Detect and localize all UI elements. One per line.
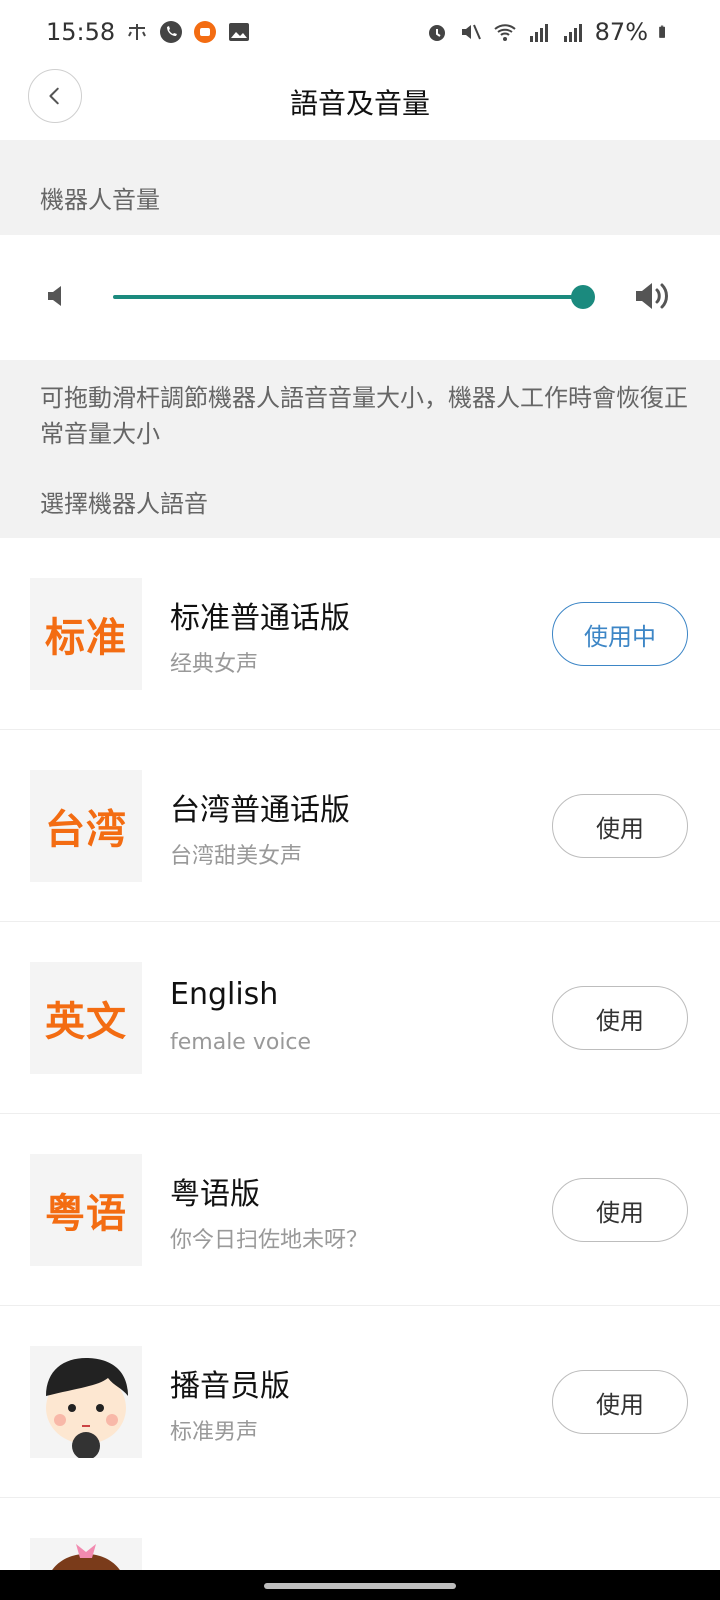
voice-title: 播音员版 — [170, 1369, 290, 1404]
wifi-icon — [494, 24, 516, 41]
list-item[interactable]: 标准 标准普通话版 经典女声 使用中 — [0, 538, 720, 730]
voice-thumbnail: 标准 — [30, 578, 142, 690]
status-time: 15:58 — [46, 18, 116, 46]
volume-slider-row — [0, 235, 720, 360]
volume-low-icon — [48, 286, 61, 306]
back-button[interactable] — [28, 69, 82, 123]
voice-subtitle: 你今日扫佐地未呀？ — [170, 1228, 369, 1253]
status-right: 87% — [425, 18, 672, 46]
battery-percent: 87% — [594, 18, 648, 46]
voice-subtitle: 标准男声 — [170, 1420, 259, 1445]
status-bar: 15:58 87% — [0, 0, 720, 64]
voice-title: 粤语版 — [170, 1177, 260, 1212]
in-use-button[interactable]: 使用中 — [552, 602, 688, 666]
voice-section-title: 選擇機器人語音 — [40, 490, 208, 518]
gallery-icon — [229, 23, 250, 41]
volume-description: 可拖動滑杆調節機器人語音音量大小，機器人工作時會恢復正常音量大小 — [40, 384, 688, 448]
voice-subtitle: 台湾甜美女声 — [170, 844, 303, 869]
thumbnail-label: 英文 — [45, 999, 127, 1045]
voice-thumbnail: 英文 — [30, 962, 142, 1074]
signal-icon — [529, 24, 548, 42]
volume-section-title: 機器人音量 — [40, 186, 160, 214]
volume-slider-track[interactable] — [113, 295, 593, 299]
network-icon — [128, 24, 147, 40]
list-item[interactable]: 播音员版 标准男声 使用 — [0, 1306, 720, 1498]
voice-thumbnail: 粤语 — [30, 1154, 142, 1266]
voice-section-header: 可拖動滑杆調節機器人語音音量大小，機器人工作時會恢復正常音量大小 選擇機器人語音 — [0, 360, 720, 538]
battery-icon — [659, 25, 665, 38]
voice-list: 标准 标准普通话版 经典女声 使用中 台湾 台湾普通话版 台湾甜美女声 使用 英… — [0, 538, 720, 1598]
navigation-bar — [0, 1570, 720, 1600]
header: 語音及音量 — [0, 64, 720, 140]
list-item[interactable]: 台湾 台湾普通话版 台湾甜美女声 使用 — [0, 730, 720, 922]
list-item[interactable]: 英文 English female voice 使用 — [0, 922, 720, 1114]
voice-subtitle: female voice — [170, 1030, 312, 1055]
volume-slider-thumb[interactable] — [571, 285, 595, 309]
use-button[interactable]: 使用 — [552, 794, 688, 858]
phone-call-icon — [160, 21, 183, 43]
alarm-icon — [428, 25, 445, 41]
thumbnail-label: 标准 — [45, 615, 127, 661]
announcer-avatar — [30, 1346, 142, 1458]
thumbnail-label: 粤语 — [45, 1191, 127, 1237]
volume-high-icon — [636, 283, 668, 309]
status-left: 15:58 — [46, 18, 251, 46]
voice-title: 标准普通话版 — [170, 601, 350, 636]
use-button[interactable]: 使用 — [552, 986, 688, 1050]
list-item[interactable]: 粤语 粤语版 你今日扫佐地未呀？ 使用 — [0, 1114, 720, 1306]
voice-subtitle: 经典女声 — [170, 652, 259, 677]
home-handle[interactable] — [264, 1583, 456, 1589]
announcer-avatar-icon — [46, 1358, 128, 1458]
volume-section-header: 機器人音量 — [0, 140, 720, 235]
use-button[interactable]: 使用 — [552, 1370, 688, 1434]
thumbnail-label: 台湾 — [45, 807, 127, 853]
signal-icon — [563, 24, 582, 42]
mute-icon — [461, 24, 481, 40]
voice-title: English — [170, 977, 279, 1012]
voice-title: 台湾普通话版 — [170, 793, 350, 828]
use-button[interactable]: 使用 — [552, 1178, 688, 1242]
mi-app-icon — [194, 21, 217, 43]
page-title: 語音及音量 — [289, 87, 430, 120]
chevron-left-icon — [49, 87, 59, 105]
voice-thumbnail: 台湾 — [30, 770, 142, 882]
